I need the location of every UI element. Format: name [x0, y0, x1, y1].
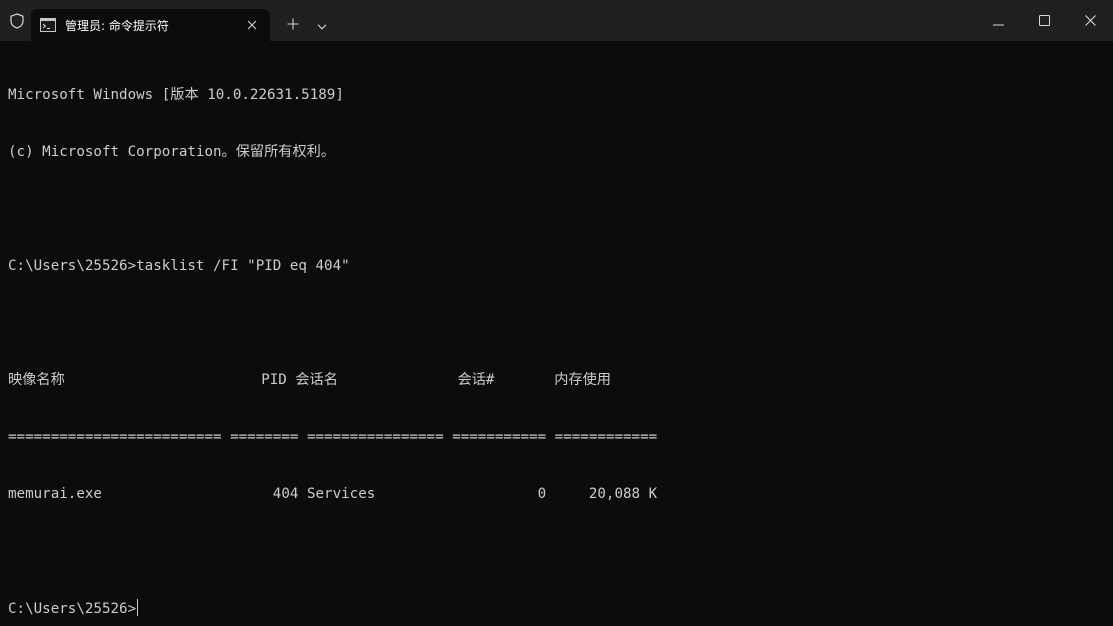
tab-close-icon[interactable] [244, 17, 260, 33]
plus-icon [287, 15, 299, 34]
maximize-button[interactable] [1021, 0, 1067, 41]
terminal-line: (c) Microsoft Corporation。保留所有权利。 [8, 144, 336, 160]
command-prompt-icon [40, 17, 56, 33]
terminal-prompt: C:\Users\25526> [8, 601, 137, 617]
minimize-button[interactable] [975, 0, 1021, 41]
terminal-line: Microsoft Windows [版本 10.0.22631.5189] [8, 87, 344, 103]
terminal-line: ========================= ======== =====… [8, 429, 658, 445]
terminal-line: C:\Users\25526>tasklist /FI "PID eq 404" [8, 258, 350, 274]
tab-command-prompt[interactable]: 管理员: 命令提示符 [31, 9, 270, 41]
shield-icon [0, 0, 33, 41]
minimize-icon [992, 11, 1004, 30]
chevron-down-icon [317, 15, 327, 34]
close-window-button[interactable] [1067, 0, 1113, 41]
text-cursor [137, 599, 139, 616]
terminal-output[interactable]: Microsoft Windows [版本 10.0.22631.5189] (… [8, 48, 1108, 618]
terminal-line: memurai.exe 404 Services 0 20,088 K [8, 486, 658, 502]
maximize-icon [1038, 11, 1050, 30]
new-tab-button[interactable] [280, 12, 306, 36]
terminal-line: 映像名称 PID 会话名 会话# 内存使用 [8, 372, 611, 388]
close-icon [1084, 11, 1096, 30]
terminal-prompt-line[interactable]: C:\Users\25526> [8, 599, 1108, 618]
tab-title: 管理员: 命令提示符 [65, 18, 169, 33]
title-bar: 管理员: 命令提示符 [0, 0, 1113, 41]
tab-dropdown-button[interactable] [309, 12, 335, 36]
